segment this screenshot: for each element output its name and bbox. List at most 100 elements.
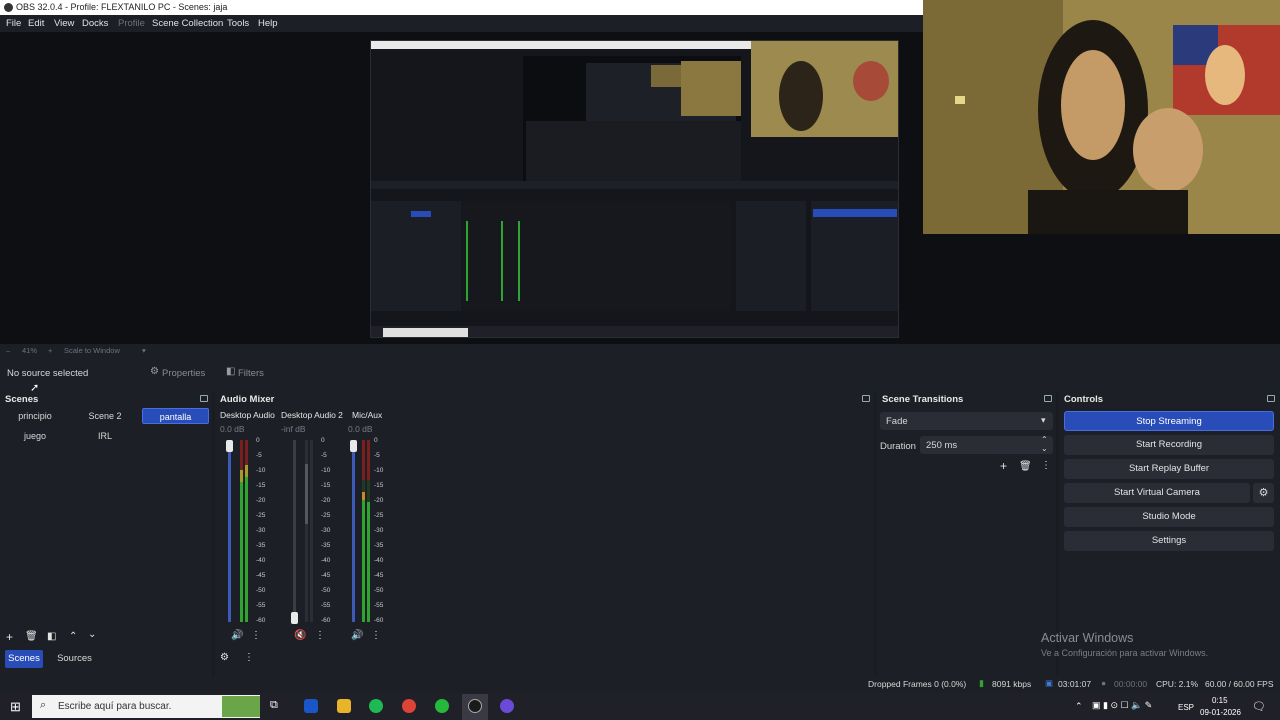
activation-watermark-title: Activar Windows — [1041, 631, 1134, 645]
gear-icon: ⚙ — [150, 366, 159, 377]
menu-scene-collection[interactable]: Scene Collection — [152, 18, 223, 29]
menu-edit[interactable]: Edit — [28, 18, 44, 29]
settings-button[interactable]: Settings — [1064, 531, 1274, 551]
audio-mixer-title: Audio Mixer — [220, 394, 275, 405]
source-toolbar: No source selected ⚙ Properties ◧ Filter… — [0, 356, 1280, 392]
scene-item[interactable]: IRL — [76, 428, 134, 444]
tray-icons[interactable]: ▣ ▮ ⊙ ☐ 🔈 ✎ — [1092, 700, 1152, 711]
menu-tools[interactable]: Tools — [227, 18, 249, 29]
scene-item-active[interactable]: pantalla — [142, 408, 209, 424]
speaker-muted-icon[interactable]: 🔇 — [294, 630, 306, 641]
spotify-icon[interactable] — [369, 699, 383, 713]
scene-filters-icon[interactable]: ◧ — [47, 631, 56, 642]
channel-menu-icon[interactable]: ⋮ — [315, 630, 325, 641]
volume-fader[interactable] — [228, 440, 231, 622]
virtual-camera-settings-icon[interactable]: ⚙ — [1253, 483, 1274, 503]
scene-item[interactable]: principio — [6, 408, 64, 424]
rec-time: 00:00:00 — [1114, 679, 1148, 689]
file-explorer-icon[interactable] — [337, 699, 351, 713]
search-icon: ⌕ — [40, 699, 47, 711]
preview-zoom-bar: – 41% + Scale to Window ▾ — [0, 344, 1280, 356]
trash-icon[interactable]: 🗑 — [1019, 461, 1032, 472]
taskbar-search-box[interactable]: ⌕ Escribe aquí para buscar. — [32, 695, 260, 718]
app-icon-1[interactable] — [304, 699, 318, 713]
transition-select[interactable]: Fade ▾ — [880, 412, 1053, 430]
menu-file[interactable]: File — [6, 18, 21, 29]
dock-float-icon[interactable] — [200, 395, 208, 402]
speaker-icon[interactable]: 🔊 — [231, 630, 243, 641]
notification-icon[interactable]: 🗨 — [1252, 700, 1266, 713]
mixer-menu-icon[interactable]: ⋮ — [244, 652, 254, 663]
menu-help[interactable]: Help — [258, 18, 278, 29]
tab-scenes[interactable]: Scenes — [5, 650, 43, 668]
windows-start-icon[interactable]: ⊞ — [10, 699, 21, 715]
controls-title: Controls — [1064, 394, 1104, 405]
channel-name: Mic/Aux — [352, 410, 383, 420]
zoom-out-button[interactable]: – — [6, 346, 10, 355]
scene-item[interactable]: Scene 2 — [76, 408, 134, 424]
channel-db: 0.0 dB — [348, 424, 373, 434]
tab-sources[interactable]: Sources — [52, 650, 97, 668]
volume-fader-handle[interactable] — [291, 612, 298, 624]
add-scene-icon[interactable]: + — [6, 630, 13, 644]
properties-button[interactable]: Properties — [162, 368, 205, 379]
speaker-icon[interactable]: 🔊 — [351, 630, 363, 641]
start-virtual-camera-button[interactable]: Start Virtual Camera — [1064, 483, 1250, 503]
tray-chevron-icon[interactable]: ⌃ — [1075, 701, 1083, 712]
volume-fader-handle[interactable] — [226, 440, 233, 452]
task-view-icon[interactable]: ⧉ — [270, 699, 278, 712]
spin-up-icon[interactable]: ⌃ — [1041, 435, 1048, 444]
scene-item[interactable]: juego — [6, 428, 64, 444]
mixer-channel-desktop-audio-2: Desktop Audio 2 -inf dB 0 -5 -10 -15 -20 -25-… — [281, 410, 343, 624]
channel-name: Desktop Audio — [220, 410, 275, 420]
app-icon-purple[interactable] — [500, 699, 514, 713]
move-down-icon[interactable]: ⌄ — [88, 629, 96, 640]
taskbar-time[interactable]: 0:15 — [1212, 696, 1228, 705]
taskbar-date[interactable]: 09-01-2026 — [1200, 708, 1241, 717]
filters-button[interactable]: Filters — [238, 368, 264, 379]
transition-menu-icon[interactable]: ⋮ — [1041, 460, 1051, 471]
duration-spinbox[interactable]: 250 ms ⌃ ⌄ — [920, 435, 1053, 454]
menu-profile[interactable]: Profile — [118, 18, 145, 29]
dock-float-icon[interactable] — [1267, 395, 1275, 402]
channel-menu-icon[interactable]: ⋮ — [251, 630, 261, 641]
scale-mode-chevron-icon[interactable]: ▾ — [142, 346, 146, 355]
dock-float-icon[interactable] — [862, 395, 870, 402]
dock-float-icon[interactable] — [1044, 395, 1052, 402]
advanced-audio-icon[interactable]: ⚙ — [220, 652, 229, 663]
keyboard-language[interactable]: ESP — [1178, 703, 1194, 712]
duration-label: Duration — [880, 441, 916, 452]
preview-nested-screen — [371, 41, 898, 337]
mixer-channel-desktop-audio: Desktop Audio 0.0 dB 0 -5 -10 -15 -20 -25 -30-… — [220, 410, 275, 624]
obs-icon[interactable] — [468, 699, 482, 713]
channel-menu-icon[interactable]: ⋮ — [371, 630, 381, 641]
start-replay-buffer-button[interactable]: Start Replay Buffer — [1064, 459, 1274, 479]
fps: 60.00 / 60.00 FPS — [1205, 679, 1274, 689]
menu-docks[interactable]: Docks — [82, 18, 108, 29]
volume-fader[interactable] — [352, 440, 355, 622]
spin-down-icon[interactable]: ⌄ — [1041, 444, 1048, 453]
cpu-usage: CPU: 2.1% — [1156, 679, 1199, 689]
app-icon-green[interactable] — [435, 699, 449, 713]
status-bar: Dropped Frames 0 (0.0%) ▮ 8091 kbps ▣ 03… — [0, 676, 1280, 693]
window-title: OBS 32.0.4 - Profile: FLEXTANILO PC - Sc… — [16, 2, 228, 12]
level-meter — [245, 440, 248, 622]
add-transition-icon[interactable]: + — [1000, 459, 1007, 473]
stop-streaming-button[interactable]: Stop Streaming — [1064, 411, 1274, 431]
search-placeholder: Escribe aquí para buscar. — [58, 701, 172, 712]
level-meter — [310, 440, 313, 622]
trash-icon[interactable]: 🗑 — [25, 631, 38, 642]
mixer-channel-mic-aux: Mic/Aux 0.0 dB 0 -5 -10 -15 -20 -25 -30 -35 -40-… — [348, 410, 384, 624]
channel-name: Desktop Audio 2 — [281, 410, 343, 420]
chrome-icon[interactable] — [402, 699, 416, 713]
start-recording-button[interactable]: Start Recording — [1064, 435, 1274, 455]
menu-view[interactable]: View — [54, 18, 74, 29]
volume-fader[interactable] — [293, 440, 296, 622]
program-preview[interactable] — [370, 40, 899, 338]
scale-mode-select[interactable]: Scale to Window — [64, 346, 120, 355]
move-up-icon[interactable]: ⌃ — [69, 631, 77, 642]
volume-fader-handle[interactable] — [350, 440, 357, 452]
zoom-in-button[interactable]: + — [48, 346, 52, 355]
studio-mode-button[interactable]: Studio Mode — [1064, 507, 1274, 527]
webcam-image — [923, 0, 1280, 234]
